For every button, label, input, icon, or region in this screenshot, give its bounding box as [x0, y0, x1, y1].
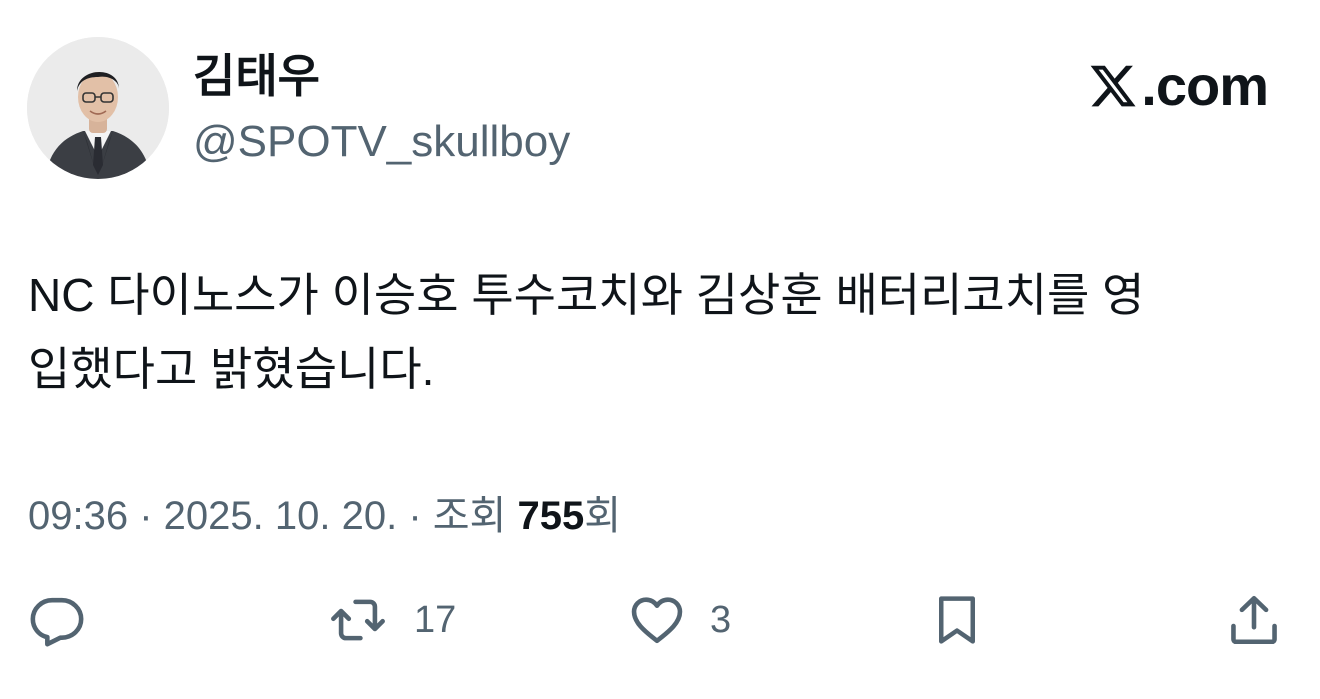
post-time[interactable]: 09:36 [28, 494, 128, 538]
post-text: NC 다이노스가 이승호 투수코치와 김상훈 배터리코치를 영 입했다고 밝혔습… [28, 269, 1145, 395]
repost-count: 17 [414, 599, 457, 641]
author-display-name[interactable]: 김태우 [193, 46, 320, 106]
repost-button[interactable]: 17 [326, 588, 456, 652]
meta-separator: · [397, 494, 433, 538]
post-meta: 09:36 · 2025. 10. 20. · 조회 755회 [28, 488, 621, 544]
avatar[interactable] [27, 37, 169, 179]
bookmark-button[interactable] [930, 588, 984, 652]
views-count: 755 [517, 494, 585, 538]
brand-domain-text: .com [1141, 54, 1269, 117]
views-label: 조회 [432, 494, 518, 538]
like-button[interactable]: 3 [628, 588, 731, 652]
x-logo-icon [1090, 65, 1136, 107]
post-date[interactable]: 2025. 10. 20. [164, 494, 398, 538]
like-count: 3 [710, 599, 732, 641]
action-bar: 17 3 [0, 588, 1320, 652]
author-handle[interactable]: @SPOTV_skullboy [193, 113, 570, 171]
reply-icon [30, 597, 84, 647]
share-button[interactable] [1225, 588, 1283, 652]
repost-icon [331, 599, 385, 641]
heart-icon [631, 597, 683, 644]
reply-button[interactable] [28, 588, 86, 652]
brand-logo: .com [1087, 54, 1269, 118]
bookmark-icon [939, 596, 975, 644]
share-icon [1231, 595, 1277, 645]
views-suffix: 회 [584, 494, 622, 538]
meta-separator: · [128, 494, 164, 538]
avatar-portrait [27, 37, 169, 179]
